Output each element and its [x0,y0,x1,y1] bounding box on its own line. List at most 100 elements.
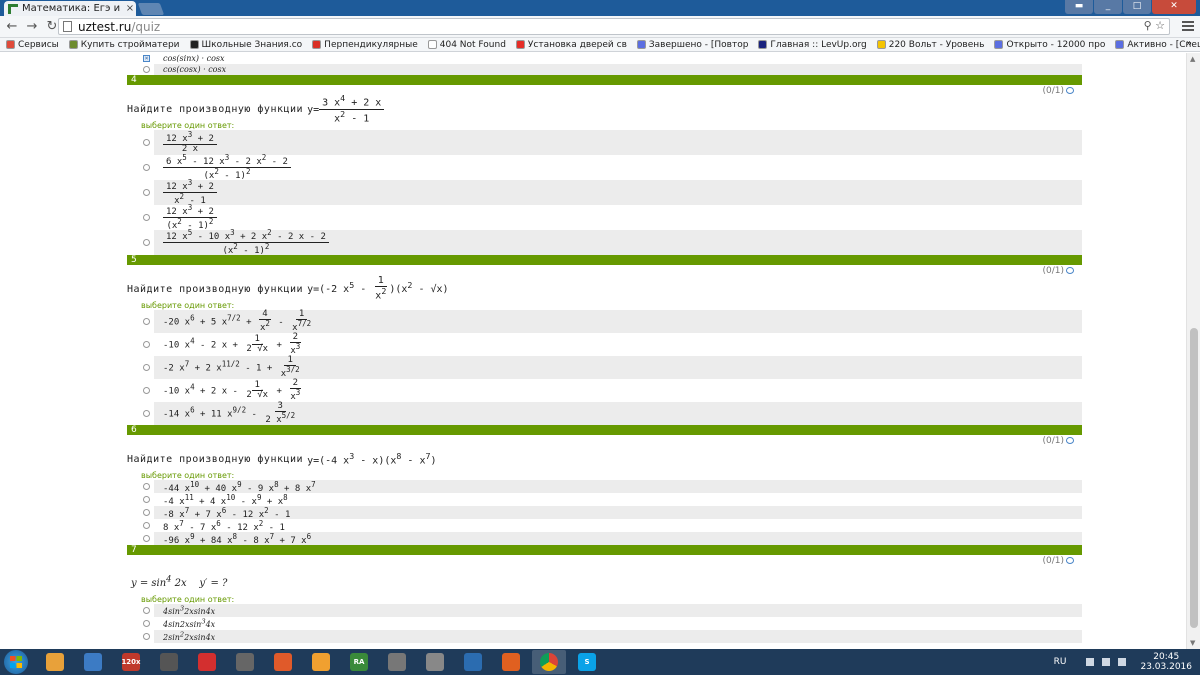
comment-bubble-icon[interactable] [1066,267,1074,274]
user-button[interactable]: ▬ [1065,0,1093,14]
page-scrollbar[interactable]: ▲ ▼ [1186,53,1200,649]
bookmark-item[interactable]: Главная :: LevUp.org [758,40,867,50]
taskbar-app-button[interactable] [418,650,452,674]
scroll-down-icon[interactable]: ▼ [1190,639,1195,647]
volume-icon[interactable] [1118,658,1127,666]
language-indicator[interactable]: RU [1054,657,1067,667]
answer-radio[interactable] [143,483,150,490]
question-text: Найдите производную функции y=(-4 x3 - x)… [127,447,1082,471]
answer-radio[interactable] [143,535,150,542]
answer-radio[interactable] [143,364,150,371]
answer-radio[interactable] [143,387,150,394]
taskbar-app-button[interactable] [190,650,224,674]
comment-bubble-icon[interactable] [1066,557,1074,564]
tray-flag-icon[interactable] [1086,658,1095,666]
taskbar-app-button[interactable]: 120x [114,650,148,674]
taskbar-app-button[interactable] [304,650,338,674]
answer-option[interactable]: -10 x4 - 2 x + 12 √x + 2 x3 [127,332,1082,356]
answer-radio[interactable] [143,496,150,503]
answer-option[interactable]: cos(cosx) · cosx [127,64,1082,75]
answer-option[interactable]: -4 x11 + 4 x10 - x9 + x8 [127,493,1082,507]
taskbar-app-button[interactable] [456,650,490,674]
network-icon[interactable] [1102,658,1111,666]
bookmark-favicon-icon [6,40,15,49]
answer-option[interactable]: -96 x9 + 84 x8 - 8 x7 + 7 x6 [127,532,1082,546]
bookmark-label: Завершено - [Повтор [648,39,749,50]
address-bar[interactable]: uztest.ru /quiz ⚲ ☆ [58,18,1170,35]
scroll-up-icon[interactable]: ▲ [1190,55,1195,63]
answer-text: 8 x7 - 7 x6 - 12 x2 - 1 [163,518,285,533]
answer-radio[interactable] [143,66,150,73]
answer-option[interactable]: 12 x3 + 2 (x2 - 1)2 [127,203,1082,231]
answer-option[interactable]: 6 x5 - 12 x3 - 2 x2 - 2 (x2 - 1)2 [127,153,1082,181]
answer-option[interactable]: 12 x5 - 10 x3 + 2 x2 - 2 x - 2 (x2 - 1)2 [127,228,1082,256]
taskbar-app-button[interactable]: S [570,650,604,674]
answer-option[interactable]: 8 x7 - 7 x6 - 12 x2 - 1 [127,518,1082,533]
zoom-star-icons[interactable]: ⚲ ☆ [1144,19,1165,32]
taskbar-app-button[interactable] [228,650,262,674]
bookmark-item[interactable]: Купить стройматери [68,40,180,50]
clock[interactable]: 20:45 23.03.2016 [1140,652,1192,672]
taskbar-app-button[interactable]: RA [342,650,376,674]
minimize-button[interactable]: _ [1094,0,1122,14]
answer-radio[interactable] [143,318,150,325]
bookmark-item[interactable]: Сервисы [6,40,59,50]
answer-option[interactable]: -14 x6 + 11 x9/2 - 32 x5/2 [127,401,1082,425]
answer-option[interactable]: × cos(sinx) · cosx [127,53,1082,64]
answer-radio[interactable] [143,633,150,640]
answer-checkbox[interactable]: × [143,55,150,62]
bookmark-item[interactable]: Открыто - 12000 про [994,40,1105,50]
answer-radio[interactable] [143,189,150,196]
start-button[interactable] [4,650,28,674]
taskbar-app-button[interactable] [76,650,110,674]
taskbar-app-button[interactable] [152,650,186,674]
answer-radio[interactable] [143,341,150,348]
bookmark-item[interactable]: Завершено - [Повтор [636,39,749,50]
comment-bubble-icon[interactable] [1066,437,1074,444]
close-window-button[interactable]: ✕ [1152,0,1196,14]
answer-radio[interactable] [143,522,150,529]
comment-bubble-icon[interactable] [1066,87,1074,94]
answer-option[interactable]: 4sin2xsin34x [127,617,1082,630]
new-tab-button[interactable] [137,3,165,15]
bookmark-item[interactable]: Школьные Знания.co [189,39,303,50]
bookmark-label: Открыто - 12000 про [1006,39,1106,50]
answer-radio[interactable] [143,509,150,516]
answer-text: -2 x7 + 2 x11/2 - 1 + 1 x3/2 [163,354,300,379]
answer-radio[interactable] [143,239,150,246]
bookmarks-more-icon[interactable]: » [1186,38,1192,49]
bookmark-item[interactable]: Перпендикулярные [312,40,418,50]
bookmark-item[interactable]: Установка дверей св [515,40,627,50]
taskbar-app-button[interactable] [532,650,566,674]
answer-option[interactable]: -20 x6 + 5 x7/2 + 4 x2 - 1 x7/2 [127,309,1082,333]
answer-option[interactable]: -8 x7 + 7 x6 - 12 x2 - 1 [127,506,1082,520]
bookmark-item[interactable]: 220 Вольт - Уровень [876,40,984,50]
answer-radio[interactable] [143,607,150,614]
answer-radio[interactable] [143,139,150,146]
taskbar-app-button[interactable] [380,650,414,674]
taskbar-app-button[interactable] [266,650,300,674]
answer-option[interactable]: -44 x10 + 40 x9 - 9 x8 + 8 x7 [127,480,1082,494]
bookmark-item[interactable]: 404 Not Found [427,40,506,50]
clock-date: 23.03.2016 [1140,662,1192,672]
answer-radio[interactable] [143,214,150,221]
answer-option[interactable]: 4sin32xsin4x [127,604,1082,617]
answer-option[interactable]: -2 x7 + 2 x11/2 - 1 + 1 x3/2 [127,354,1082,379]
forward-arrow-icon[interactable]: → [24,19,40,35]
tab-close-icon[interactable]: × [124,3,136,14]
taskbar-app-button[interactable] [38,650,72,674]
bookmark-label: Школьные Знания.co [201,39,303,50]
scrollbar-thumb[interactable] [1190,328,1198,628]
answer-radio[interactable] [143,410,150,417]
answer-radio[interactable] [143,164,150,171]
taskbar-app-button[interactable] [494,650,528,674]
maximize-button[interactable]: □ [1123,0,1151,14]
browser-menu-icon[interactable] [1182,19,1194,33]
answer-option[interactable]: -10 x4 + 2 x - 12 √x + 2 x3 [127,378,1082,402]
browser-tab[interactable]: Математика: Егэ и ГИА п × [4,1,136,16]
answer-option[interactable]: 12 x3 + 2 x2 - 1 [127,178,1082,206]
answer-option[interactable]: 2sin22xsin4x [127,630,1082,643]
answer-radio[interactable] [143,620,150,627]
answer-option[interactable]: 12 x3 + 22 x [127,130,1082,155]
back-arrow-icon[interactable]: ← [4,19,20,35]
